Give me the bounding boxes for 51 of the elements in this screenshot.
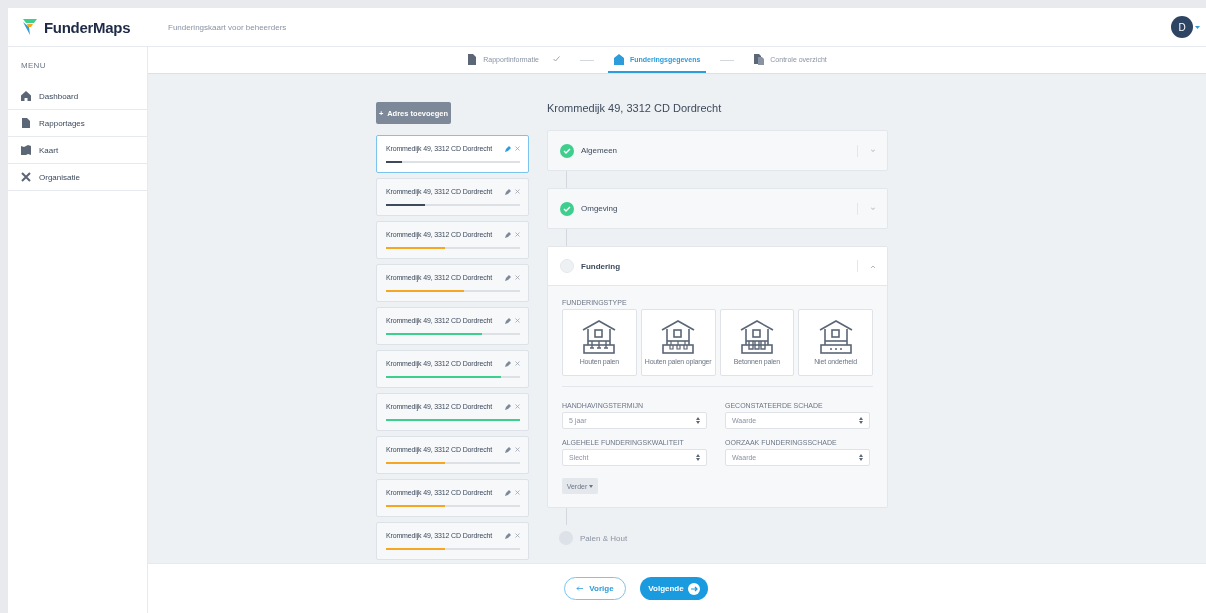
close-icon (515, 318, 520, 323)
logo-icon (22, 18, 38, 36)
close-icon (515, 361, 520, 366)
sidebar-item[interactable]: Rapportages (8, 110, 147, 137)
caret-icon (1195, 25, 1200, 29)
pencil-icon (505, 446, 511, 453)
pencil-icon (505, 274, 511, 281)
address-title: Krommedijk 49, 3312 CD Dordrecht (547, 102, 723, 116)
document-icon (467, 53, 478, 65)
sort-arrows-icon (859, 417, 863, 424)
pencil-icon (505, 145, 511, 152)
close-icon (515, 490, 520, 495)
pencil-icon (505, 188, 511, 195)
section-header[interactable]: Omgeving (548, 189, 887, 228)
pencil-icon (505, 489, 511, 496)
documents-icon (754, 53, 765, 65)
arrow-right-circle-icon (687, 582, 700, 595)
chevron-up-icon (871, 264, 875, 268)
tools-icon (21, 172, 31, 182)
close-icon (515, 404, 520, 409)
close-icon (515, 146, 520, 151)
close-icon (515, 447, 520, 452)
sidebar-item[interactable]: Organisatie (8, 164, 147, 191)
sort-arrows-icon (859, 454, 863, 461)
caret-icon (589, 484, 594, 488)
menu-heading: MENU (20, 60, 47, 72)
close-icon (515, 275, 520, 280)
close-icon (515, 232, 520, 237)
house-icon (613, 53, 624, 65)
user-avatar[interactable]: D (1171, 16, 1193, 38)
map-icon (21, 145, 31, 155)
sort-arrows-icon (696, 417, 700, 424)
section-header[interactable]: Fundering (548, 247, 887, 286)
close-icon (515, 533, 520, 538)
section-header[interactable]: Algemeen (548, 131, 887, 170)
close-icon (515, 189, 520, 194)
pencil-icon (505, 231, 511, 238)
pencil-icon (505, 532, 511, 539)
header-subtitle: Funderingskaart voor beheerders (168, 22, 288, 32)
brand-name: FunderMaps (44, 18, 131, 36)
home-icon (21, 91, 31, 101)
arrow-left-icon (576, 586, 584, 591)
pencil-icon (505, 317, 511, 324)
pencil-icon (505, 360, 511, 367)
chevron-down-icon (871, 149, 875, 152)
pencil-icon (505, 403, 511, 410)
sidebar-item[interactable]: Dashboard (8, 83, 147, 110)
sidebar-item[interactable]: Kaart (8, 137, 147, 164)
document-icon (21, 118, 31, 128)
chevron-down-icon (871, 207, 875, 210)
sort-arrows-icon (696, 454, 700, 461)
